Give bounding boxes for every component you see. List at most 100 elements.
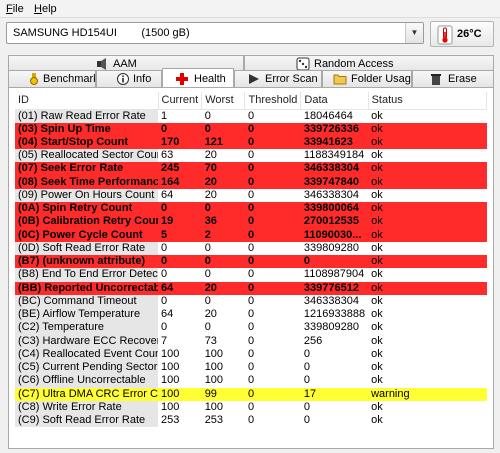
- table-row[interactable]: (03) Spin Up Time 0 0 0 339726336 ok: [15, 122, 487, 136]
- cell-id: (C2) Temperature: [15, 321, 158, 335]
- chevron-down-icon[interactable]: ▼: [405, 23, 423, 43]
- cell-status: ok: [368, 255, 487, 269]
- cell-status: ok: [368, 281, 487, 295]
- cell-current: 0: [161, 321, 168, 334]
- cell-data: 270012535: [300, 215, 369, 229]
- table-row[interactable]: (04) Start/Stop Count 170 121 0 33941623 ok: [15, 135, 487, 149]
- table-row[interactable]: (C4) Reallocated Event Count 100 100 0 0 ok: [15, 347, 487, 361]
- cell-threshold: 0: [247, 294, 255, 307]
- table-row[interactable]: (C6) Offline Uncorrectable 100 100 0 0 ok: [15, 374, 487, 388]
- cell-worst: 73: [204, 334, 217, 347]
- cell-data: 0: [303, 347, 311, 360]
- col-header-worst[interactable]: Worst: [201, 92, 246, 110]
- folder-icon: [333, 74, 347, 85]
- table-row[interactable]: (08) Seek Time Performance ...1642003397…: [15, 175, 487, 189]
- cell-current: 1: [161, 109, 168, 122]
- cell-status: ok: [371, 400, 383, 413]
- cell-threshold: 0: [247, 149, 255, 162]
- health-panel: ID Current Worst Threshold Data Status (…: [8, 87, 494, 449]
- cell-data: 339809280: [303, 241, 359, 254]
- table-row[interactable]: (07) Seek Error Rate 245 70 0 346338304 ok: [15, 162, 487, 176]
- cell-threshold: 0: [244, 215, 301, 229]
- cell-data: 1216933888: [303, 308, 366, 321]
- cell-current: 245: [158, 162, 202, 176]
- cell-worst: 100: [204, 361, 224, 374]
- table-row[interactable]: (C5) Current Pending Sector 100 100 0 0 ok: [15, 361, 487, 375]
- cell-worst: 2: [201, 228, 245, 242]
- temperature-indicator[interactable]: 26°C: [430, 21, 494, 47]
- col-header-status[interactable]: Status: [368, 92, 488, 110]
- cell-data: 0: [303, 414, 311, 427]
- tab-folder-usage[interactable]: Folder Usage: [322, 70, 412, 87]
- tab-erase[interactable]: Erase: [412, 70, 494, 87]
- cell-worst: 0: [201, 202, 245, 216]
- tab-health[interactable]: Health: [162, 68, 234, 87]
- tab-error-scan[interactable]: Error Scan: [234, 70, 322, 87]
- cell-worst: 70: [201, 162, 245, 176]
- cell-data: 0: [303, 400, 311, 413]
- cell-id: (03) Spin Up Time: [15, 122, 158, 136]
- cell-id: (C3) Hardware ECC Recovered: [15, 334, 158, 348]
- cell-current: 0: [161, 268, 168, 281]
- table-row[interactable]: (BC) Command Timeout 0 0 0 346338304 ok: [15, 294, 487, 308]
- cell-threshold: 0: [244, 162, 301, 176]
- cell-id: (07) Seek Error Rate: [15, 162, 158, 176]
- cell-threshold: 0: [247, 321, 255, 334]
- cell-status: ok: [371, 334, 383, 347]
- cell-id: (C9) Soft Read Error Rate: [15, 414, 158, 428]
- table-row[interactable]: (0A) Spin Retry Count 0 0 0 339800064 ok: [15, 202, 487, 216]
- cell-data: 11090030...: [300, 228, 369, 242]
- error-scan-icon: [249, 74, 259, 84]
- cell-data: 339776512: [300, 281, 369, 295]
- cell-id: (04) Start/Stop Count: [15, 135, 158, 149]
- cell-status: ok: [368, 175, 487, 189]
- table-row[interactable]: (B8) End To End Error Detection000110898…: [15, 268, 487, 282]
- cell-worst: 0: [204, 268, 211, 281]
- table-row[interactable]: (0C) Power Cycle Count 5 2 0 11090030... ok: [15, 228, 487, 242]
- table-row[interactable]: (C2) Temperature 0 0 0 339809280 ok: [15, 321, 487, 335]
- table-row[interactable]: (0D) Soft Read Error Rate 0 0 0 339809280 ok: [15, 241, 487, 255]
- cell-worst: 20: [204, 149, 217, 162]
- drive-select-value: SAMSUNG HD154UI (1500 gB): [13, 27, 190, 39]
- table-row[interactable]: (05) Reallocated Sector Count 63 20 0 118834…: [15, 149, 487, 163]
- col-header-current[interactable]: Current: [158, 92, 203, 110]
- cell-threshold: 0: [247, 241, 255, 254]
- cell-threshold: 0: [244, 255, 301, 269]
- col-header-threshold[interactable]: Threshold: [244, 92, 302, 110]
- table-row[interactable]: (C8) Write Error Rate 100 100 0 0 ok: [15, 400, 487, 414]
- cell-data: 33941623: [300, 135, 369, 149]
- cell-worst: 36: [201, 215, 245, 229]
- cell-threshold: 0: [244, 281, 301, 295]
- table-row[interactable]: (09) Power On Hours Count 64 20 0 346338304 o…: [15, 188, 487, 202]
- cell-worst: 0: [204, 294, 211, 307]
- col-header-id[interactable]: ID: [15, 92, 159, 110]
- cell-status: ok: [371, 149, 383, 162]
- table-row[interactable]: (C9) Soft Read Error Rate 253 253 0 0 ok: [15, 414, 487, 428]
- table-row[interactable]: (C7) Ultra DMA CRC Error Count10099017wa…: [15, 387, 487, 401]
- tab-benchmark[interactable]: Benchmark: [8, 70, 96, 87]
- cell-id: (01) Raw Read Error Rate: [15, 109, 158, 123]
- menu-help[interactable]: Help: [30, 2, 61, 16]
- cell-worst: 20: [204, 308, 217, 321]
- col-header-data[interactable]: Data: [300, 92, 369, 110]
- cell-id: (BC) Command Timeout: [15, 294, 158, 308]
- menu-file[interactable]: File: [2, 2, 28, 16]
- tab-info[interactable]: Info: [96, 70, 162, 87]
- table-row[interactable]: (BE) Airflow Temperature 64 20 0 1216933888 o…: [15, 308, 487, 322]
- cell-worst: 0: [201, 255, 245, 269]
- cell-current: 64: [161, 188, 174, 201]
- cell-threshold: 0: [247, 374, 255, 387]
- cell-current: 100: [161, 361, 180, 374]
- table-row[interactable]: (01) Raw Read Error Rate 1 0 0 18046464 ok: [15, 109, 487, 123]
- cell-id: (0D) Soft Read Error Rate: [15, 241, 158, 255]
- table-row[interactable]: (0B) Calibration Retry Count 19 36 0 2700125…: [15, 215, 487, 229]
- cell-current: 5: [158, 228, 202, 242]
- drive-select[interactable]: SAMSUNG HD154UI (1500 gB) ▼: [6, 22, 424, 44]
- table-row[interactable]: (B7) (unknown attribute) 0 0 0 0 ok: [15, 255, 487, 269]
- info-icon: [117, 73, 129, 85]
- table-row[interactable]: (BB) Reported Uncorrectable ...642003397…: [15, 281, 487, 295]
- cell-status: ok: [368, 215, 487, 229]
- table-row[interactable]: (C3) Hardware ECC Recovered 7 73 0 256 ok: [15, 334, 487, 348]
- cell-threshold: 0: [247, 361, 255, 374]
- cell-id: (B8) End To End Error Detection: [15, 268, 158, 282]
